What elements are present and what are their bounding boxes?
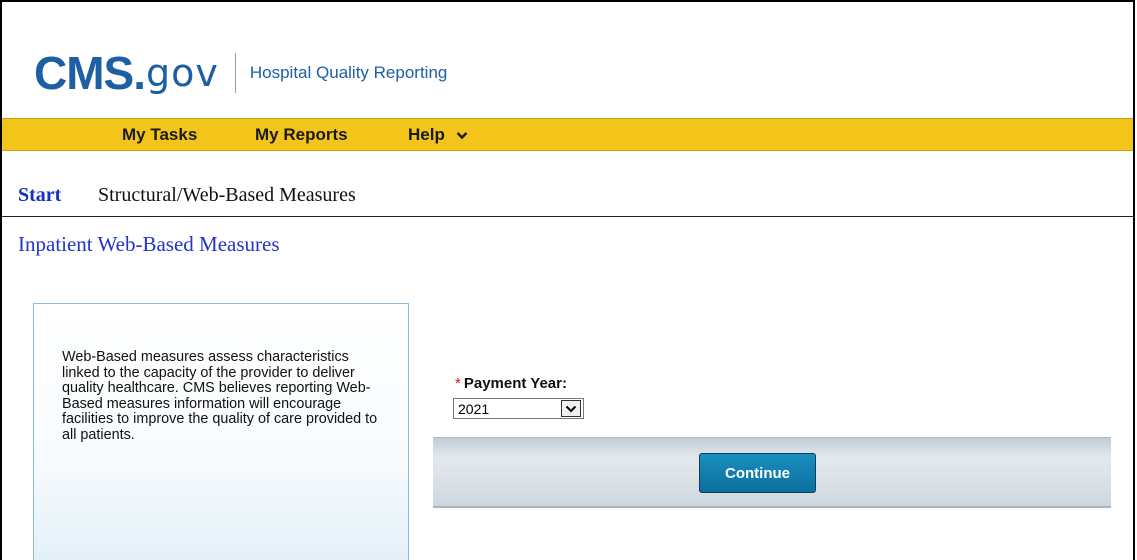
nav-help[interactable]: Help [408,125,468,145]
logo-gov-text: gov [146,51,219,95]
site-header: CMS. gov Hospital Quality Reporting [2,2,1133,118]
cms-logo[interactable]: CMS. gov Hospital Quality Reporting [34,46,447,100]
payment-year-label-text: Payment Year: [463,375,567,392]
action-bar: Continue [433,437,1111,508]
chevron-down-icon [456,132,467,140]
page-title: Inpatient Web-Based Measures [18,232,280,256]
logo-cms-text: CMS [34,47,134,99]
dropdown-arrow-button[interactable] [561,400,581,417]
logo-divider [234,53,236,93]
breadcrumb-current: Structural/Web-Based Measures [98,184,356,206]
logo-dot: . [133,47,147,99]
chevron-down-icon [565,405,577,412]
site-subtitle: Hospital Quality Reporting [249,63,448,82]
nav-my-tasks[interactable]: My Tasks [122,125,197,145]
payment-year-select[interactable]: 2021 [453,398,584,419]
breadcrumb: Start Structural/Web-Based Measures [2,151,1133,217]
info-panel: Web-Based measures assess characteristic… [33,303,409,560]
main-nav: My Tasks My Reports Help [2,118,1133,151]
nav-help-label: Help [408,125,445,144]
payment-year-value: 2021 [458,401,490,417]
nav-my-reports[interactable]: My Reports [255,125,348,145]
info-description: Web-Based measures assess characteristic… [62,349,378,443]
required-marker: * [455,375,461,392]
continue-button[interactable]: Continue [699,453,816,493]
breadcrumb-start-link[interactable]: Start [18,184,61,207]
payment-year-label: * Payment Year: [455,375,567,392]
